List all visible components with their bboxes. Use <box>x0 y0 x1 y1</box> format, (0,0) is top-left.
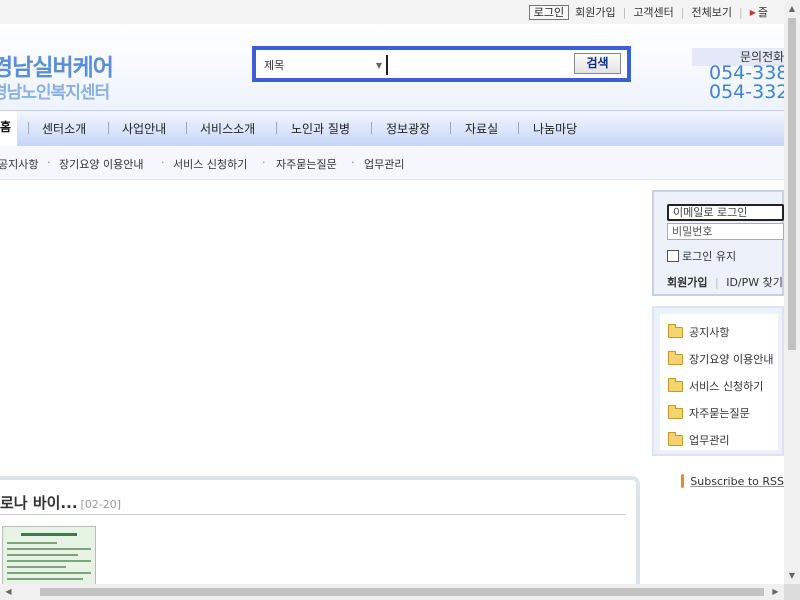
nav-item-disease[interactable]: 노인과 질병 <box>291 120 350 137</box>
logo-title[interactable]: 경남실버케어 <box>0 48 114 82</box>
top-login-button[interactable]: 로그인 <box>528 4 570 20</box>
separator <box>518 122 519 134</box>
category-label: 장기요양 이용안내 <box>689 353 774 366</box>
category-item[interactable]: 업무관리 <box>668 431 730 448</box>
separator: · <box>47 156 51 169</box>
main-nav: 홈 센터소개 사업안내 서비스소개 노인과 질병 정보광장 자료실 나눔마당 <box>0 110 784 147</box>
category-label: 공지사항 <box>689 326 730 339</box>
scroll-thumb[interactable] <box>40 588 764 596</box>
top-sitemap-link[interactable]: 전체보기 <box>692 4 732 20</box>
sub-nav: 공지사항 · 장기요양 이용안내 · 서비스 신청하기 · 자주묻는질문 · 업… <box>0 146 784 180</box>
folder-icon <box>668 350 683 365</box>
keep-login-checkbox[interactable] <box>667 250 679 262</box>
separator <box>186 122 187 134</box>
chevron-down-icon: ▼ <box>375 61 382 70</box>
subnav-item-work[interactable]: 업무관리 <box>364 156 404 172</box>
separator: | <box>714 276 719 289</box>
news-headline[interactable]: 로나 바이... [02-20] <box>0 492 121 513</box>
logo-subtitle[interactable]: 경남노인복지센터 <box>0 78 110 103</box>
search-box: 제목 ▼ 검색 <box>252 46 631 82</box>
horizontal-scrollbar[interactable]: ◀ ▶ <box>0 584 784 600</box>
folder-icon <box>668 377 683 392</box>
rss-label: Subscribe to RSS <box>690 474 784 488</box>
nav-item-services[interactable]: 서비스소개 <box>200 120 255 137</box>
scroll-up-icon[interactable]: ▲ <box>784 0 800 17</box>
arrow-right-icon: ▶ <box>749 7 756 17</box>
category-list: 공지사항 장기요양 이용안내 서비스 신청하기 자주묻는질문 업무관리 <box>660 314 778 450</box>
separator <box>371 122 372 134</box>
separator: | <box>739 5 743 19</box>
rss-link[interactable]: Subscribe to RSS <box>681 474 784 488</box>
search-select-value: 제목 <box>264 59 285 72</box>
scroll-down-icon[interactable]: ▼ <box>784 567 800 584</box>
separator <box>28 122 29 134</box>
separator <box>276 122 277 134</box>
nav-item-home[interactable]: 홈 <box>0 111 18 147</box>
folder-icon <box>668 323 683 338</box>
join-link[interactable]: 회원가입 <box>667 276 707 289</box>
separator: · <box>262 156 266 169</box>
subnav-item-faq[interactable]: 자주묻는질문 <box>276 156 337 172</box>
search-field-select[interactable]: 제목 ▼ <box>264 56 382 76</box>
category-box: 공지사항 장기요양 이용안내 서비스 신청하기 자주묻는질문 업무관리 <box>652 306 784 456</box>
search-input[interactable] <box>386 55 566 75</box>
email-field[interactable]: 이메일로 로그인 <box>667 204 784 221</box>
nav-item-center[interactable]: 센터소개 <box>42 120 86 137</box>
nav-item-business[interactable]: 사업안내 <box>122 120 166 137</box>
find-account-link[interactable]: ID/PW 찾기 <box>726 276 783 289</box>
keep-login-label: 로그인 유지 <box>682 250 737 263</box>
password-field[interactable]: 비밀번호 <box>667 223 784 240</box>
rss-icon <box>681 474 688 488</box>
separator: · <box>161 156 165 169</box>
folder-icon <box>668 431 683 446</box>
subnav-item-care-guide[interactable]: 장기요양 이용안내 <box>59 156 143 172</box>
top-support-link[interactable]: 고객센터 <box>633 4 673 20</box>
top-links: 로그인 회원가입 | 고객센터 | 전체보기 | ▶ 즐 <box>528 4 768 20</box>
nav-item-library[interactable]: 자료실 <box>465 120 498 137</box>
search-button[interactable]: 검색 <box>574 53 621 74</box>
scroll-thumb[interactable] <box>788 18 796 350</box>
nav-item-sharing[interactable]: 나눔마당 <box>533 120 577 137</box>
category-label: 자주묻는질문 <box>689 407 750 420</box>
folder-icon <box>668 404 683 419</box>
top-utility-bar: 로그인 회원가입 | 고객센터 | 전체보기 | ▶ 즐 <box>0 0 784 24</box>
news-box: 로나 바이... [02-20] <box>0 476 640 600</box>
vertical-scrollbar[interactable]: ▲ ▼ <box>784 0 800 584</box>
contact-phone-2: 054-332- <box>709 81 784 103</box>
separator: | <box>622 5 627 19</box>
keep-login[interactable]: 로그인 유지 <box>667 248 736 264</box>
category-item[interactable]: 장기요양 이용안내 <box>668 350 774 367</box>
scroll-left-icon[interactable]: ◀ <box>0 584 17 600</box>
subnav-item-notice[interactable]: 공지사항 <box>0 156 38 172</box>
site-header: 경남실버케어 경남노인복지센터 제목 ▼ 검색 문의전화 054-338- 05… <box>0 24 792 110</box>
category-item[interactable]: 자주묻는질문 <box>668 404 750 421</box>
news-date: [02-20] <box>80 498 122 511</box>
scroll-right-icon[interactable]: ▶ <box>767 584 784 600</box>
separator: · <box>351 156 355 169</box>
top-join-link[interactable]: 회원가입 <box>575 4 615 20</box>
category-item[interactable]: 공지사항 <box>668 323 730 340</box>
category-label: 업무관리 <box>689 434 730 447</box>
top-favorite-link[interactable]: 즐 <box>758 4 768 20</box>
login-links: 회원가입 | ID/PW 찾기 <box>667 274 783 290</box>
category-item[interactable]: 서비스 신청하기 <box>668 377 764 394</box>
separator: | <box>680 5 685 19</box>
separator <box>450 122 451 134</box>
divider <box>0 514 626 515</box>
category-label: 서비스 신청하기 <box>689 380 764 393</box>
nav-item-info[interactable]: 정보광장 <box>386 120 430 137</box>
news-title: 로나 바이... <box>0 494 78 512</box>
subnav-item-apply[interactable]: 서비스 신청하기 <box>173 156 247 172</box>
login-widget: 이메일로 로그인 비밀번호 로그인 유지 회원가입 | ID/PW 찾기 <box>652 190 784 296</box>
scrollbar-corner <box>784 584 800 600</box>
separator <box>108 122 109 134</box>
